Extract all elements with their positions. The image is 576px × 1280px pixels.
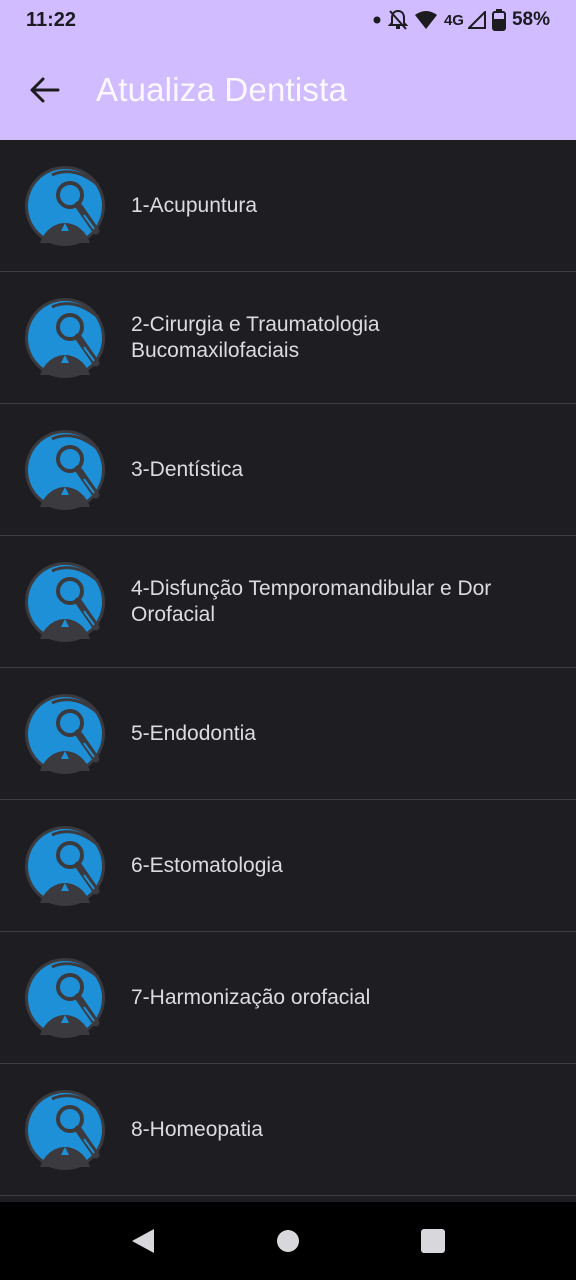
network-type: 4G <box>443 11 464 29</box>
nav-recents-button[interactable] <box>413 1221 453 1261</box>
specialty-item-8[interactable]: 8-Homeopatia <box>0 1064 576 1196</box>
arrow-left-icon <box>30 77 60 103</box>
battery-icon <box>491 9 506 31</box>
square-recents-icon <box>421 1229 446 1253</box>
specialty-label: 4-Disfunção Temporomandibular e Dor Orof… <box>131 576 492 626</box>
specialty-label: 1-Acupuntura <box>131 193 258 217</box>
specialty-label: 6-Estomatologia <box>131 853 283 877</box>
bell-off-icon <box>387 9 408 30</box>
nav-back-button[interactable] <box>123 1221 163 1261</box>
specialty-label: 5-Endodontia <box>131 721 256 745</box>
specialty-item-3[interactable]: 3-Dentística <box>0 404 576 536</box>
magnifier-tooth-icon <box>24 561 106 643</box>
status-icons: 4G 58% <box>372 9 550 31</box>
status-time: 11:22 <box>26 8 77 31</box>
nav-home-button[interactable] <box>268 1221 308 1261</box>
magnifier-tooth-icon <box>24 297 106 379</box>
circle-home-icon <box>276 1230 299 1252</box>
page-title: Atualiza Dentista <box>96 71 348 108</box>
app-bar: Atualiza Dentista <box>0 40 576 140</box>
magnifier-tooth-icon <box>24 1089 106 1171</box>
specialty-item-2[interactable]: 2-Cirurgia e Traumatologia Bucomaxilofac… <box>0 272 576 404</box>
magnifier-tooth-icon <box>24 165 106 247</box>
magnifier-tooth-icon <box>24 693 106 775</box>
back-button[interactable] <box>20 65 70 115</box>
status-bar: 11:22 4G 58% <box>0 0 576 40</box>
signal-icon <box>467 11 486 29</box>
specialty-label: 7-Harmonização orofacial <box>131 985 371 1009</box>
specialty-item-1[interactable]: 1-Acupuntura <box>0 140 576 272</box>
specialty-label: 8-Homeopatia <box>131 1117 263 1141</box>
magnifier-tooth-icon <box>24 429 106 511</box>
navigation-bar <box>0 1202 576 1280</box>
notification-dot-icon <box>373 16 381 24</box>
specialty-item-5[interactable]: 5-Endodontia <box>0 668 576 800</box>
specialty-list: 1-Acupuntura 2-Cirurgia e Traumatologia … <box>0 140 576 1196</box>
specialty-label: 2-Cirurgia e Traumatologia Bucomaxilofac… <box>131 312 380 362</box>
specialty-item-6[interactable]: 6-Estomatologia <box>0 800 576 932</box>
wifi-icon <box>414 11 437 29</box>
specialty-item-7[interactable]: 7-Harmonização orofacial <box>0 932 576 1064</box>
magnifier-tooth-icon <box>24 825 106 907</box>
battery-percent: 58% <box>511 9 550 30</box>
magnifier-tooth-icon <box>24 957 106 1039</box>
specialty-label: 3-Dentística <box>131 457 244 481</box>
specialty-item-4[interactable]: 4-Disfunção Temporomandibular e Dor Orof… <box>0 536 576 668</box>
triangle-back-icon <box>131 1229 154 1253</box>
